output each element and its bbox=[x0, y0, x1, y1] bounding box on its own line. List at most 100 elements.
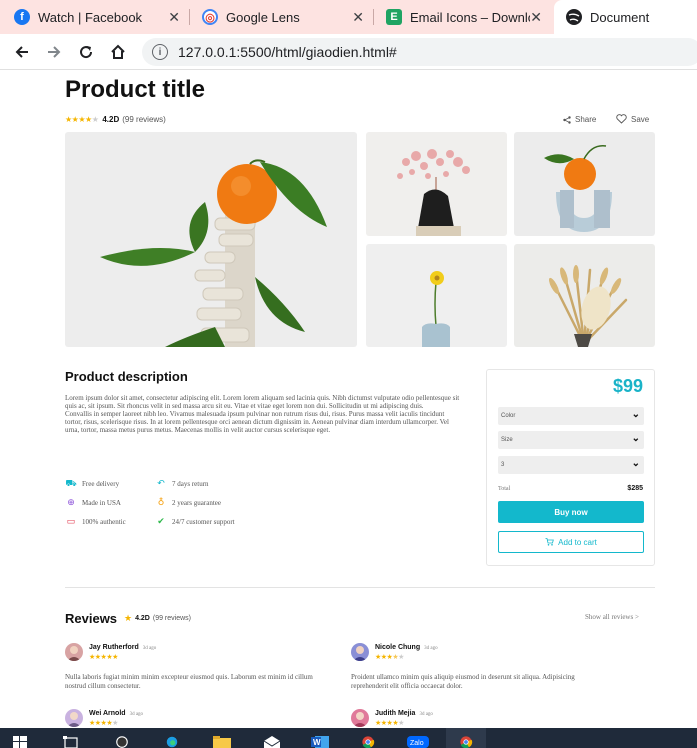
close-icon[interactable]: ✕ bbox=[352, 9, 364, 26]
reviewer-name-text: Judith Mejia bbox=[375, 710, 416, 717]
home-button[interactable] bbox=[106, 40, 130, 64]
avatar bbox=[351, 643, 369, 661]
tab-facebook[interactable]: f Watch | Facebook ✕ bbox=[14, 0, 190, 34]
show-all-reviews-link[interactable]: Show all reviews > bbox=[585, 613, 639, 621]
back-button[interactable] bbox=[10, 40, 34, 64]
address-bar[interactable]: i 127.0.0.1:5500/html/giaodien.html# bbox=[142, 38, 697, 66]
reviews-summary: ★ 4.2D (99 reviews) bbox=[124, 613, 191, 624]
reviewer-name-text: Nicole Chung bbox=[375, 644, 421, 651]
chevron-down-icon: ⌄ bbox=[631, 458, 640, 469]
word-icon[interactable]: W bbox=[300, 728, 340, 748]
browser-tab-bar: f Watch | Facebook ✕ ◎ Google Lens ✕ E E… bbox=[0, 0, 697, 34]
globe-icon: ⊕ bbox=[67, 497, 75, 507]
windows-taskbar: W Zalo bbox=[0, 728, 697, 748]
edge-icon[interactable] bbox=[152, 728, 192, 748]
obs-icon[interactable] bbox=[102, 728, 142, 748]
save-button[interactable]: Save bbox=[616, 114, 649, 124]
cart-icon bbox=[545, 538, 554, 546]
product-rating: ★★★★★ 4.2D (99 reviews) bbox=[65, 115, 166, 124]
zalo-icon[interactable]: Zalo bbox=[398, 728, 438, 748]
tab-label: Email Icons – Downloa bbox=[410, 9, 530, 25]
reviewer-name-text: Jay Rutherford bbox=[89, 644, 139, 651]
svg-text:W: W bbox=[313, 738, 321, 747]
site-info-icon[interactable]: i bbox=[152, 44, 168, 60]
back-arrow-icon bbox=[15, 46, 28, 58]
total-value: $285 bbox=[627, 485, 643, 492]
chrome-icon[interactable] bbox=[348, 728, 388, 748]
avatar bbox=[65, 709, 83, 727]
tab-google-lens[interactable]: ◎ Google Lens ✕ bbox=[192, 0, 374, 34]
product-title: Product title bbox=[65, 76, 206, 103]
dried-grass-bouquet-image[interactable] bbox=[514, 244, 655, 347]
google-lens-icon: ◎ bbox=[202, 9, 218, 25]
review-text: Nulla laboris fugiat minim minim excepte… bbox=[65, 673, 313, 690]
browser-toolbar: i 127.0.0.1:5500/html/giaodien.html# bbox=[0, 34, 697, 70]
description-paragraph-2: Convallis in semper laoreet nibh leo. Vi… bbox=[65, 410, 449, 435]
section-divider bbox=[65, 587, 655, 588]
orange-on-sculpture-image[interactable] bbox=[65, 132, 357, 347]
description-text: Lorem ipsum dolor sit amet, consectetur … bbox=[65, 394, 460, 434]
quantity-select[interactable]: 3 ⌄ bbox=[498, 456, 644, 474]
feature-label: Made in USA bbox=[82, 498, 121, 507]
email-icons-favicon: E bbox=[386, 9, 402, 25]
review-time: 3d ago bbox=[129, 712, 144, 717]
avatar bbox=[65, 643, 83, 661]
description-paragraph-1: Lorem ipsum dolor sit amet, consectetur … bbox=[65, 394, 460, 411]
review-stars: ★★★★★ bbox=[375, 720, 404, 727]
feature-label: 24/7 customer support bbox=[172, 517, 235, 526]
close-icon[interactable]: ✕ bbox=[530, 9, 542, 26]
reviewer-name: Judith Mejia 3d ago bbox=[375, 710, 433, 717]
review-time: 3d ago bbox=[424, 646, 438, 651]
globe-icon bbox=[566, 9, 582, 25]
total-label: Total bbox=[498, 486, 511, 492]
share-button[interactable]: Share bbox=[563, 115, 596, 124]
add-to-cart-label: Add to cart bbox=[558, 537, 597, 547]
close-icon[interactable]: ✕ bbox=[168, 9, 180, 26]
windows-start-icon[interactable] bbox=[0, 728, 40, 748]
url-text: 127.0.0.1:5500/html/giaodien.html# bbox=[178, 44, 397, 60]
heart-icon bbox=[616, 114, 627, 124]
quantity-value: 3 bbox=[501, 462, 505, 468]
star-icon: ★ bbox=[124, 613, 133, 623]
forward-arrow-icon bbox=[48, 46, 61, 58]
reviews-count[interactable]: (99 reviews) bbox=[122, 115, 166, 124]
review-stars: ★★★★★ bbox=[89, 720, 118, 727]
pink-dried-flowers-image[interactable] bbox=[366, 132, 507, 236]
tab-label: Watch | Facebook bbox=[38, 9, 143, 25]
home-icon bbox=[111, 44, 125, 59]
reload-icon bbox=[80, 46, 93, 59]
forward-button[interactable] bbox=[42, 40, 66, 64]
color-select-label: Color bbox=[501, 413, 516, 419]
check-icon: ✔ bbox=[157, 516, 165, 526]
yellow-flower-vase-image[interactable] bbox=[366, 244, 507, 347]
review-time: 3d ago bbox=[142, 646, 157, 651]
tab-document[interactable]: Document bbox=[554, 0, 697, 34]
buy-now-button[interactable]: Buy now bbox=[498, 501, 644, 523]
rating-stars: ★★★★★ bbox=[65, 115, 99, 124]
feature-made-in-usa: ⊕ Made in USA bbox=[65, 497, 121, 508]
tab-email-icons[interactable]: E Email Icons – Downloa ✕ bbox=[376, 0, 552, 34]
review-text: Proident ullamco minim quis aliquip eius… bbox=[351, 673, 575, 690]
mail-icon[interactable] bbox=[252, 728, 292, 748]
share-icon bbox=[563, 115, 571, 124]
color-select[interactable]: Color ⌄ bbox=[498, 407, 644, 425]
review-stars: ★★★★★ bbox=[89, 654, 118, 661]
chat-icon: ▭ bbox=[66, 516, 76, 526]
reload-button[interactable] bbox=[74, 40, 98, 64]
tab-separator bbox=[189, 9, 190, 25]
review-time: 3d ago bbox=[419, 712, 433, 717]
file-explorer-icon[interactable] bbox=[202, 728, 242, 748]
orange-on-blue-vase-image[interactable] bbox=[514, 132, 655, 236]
purchase-panel: $99 Color ⌄ Size ⌄ 3 ⌄ Total $285 Buy no… bbox=[486, 369, 655, 566]
reviewer-name: Jay Rutherford 3d ago bbox=[89, 644, 156, 651]
description-title: Product description bbox=[65, 369, 188, 384]
size-select[interactable]: Size ⌄ bbox=[498, 431, 644, 449]
add-to-cart-button[interactable]: Add to cart bbox=[498, 531, 644, 553]
feature-7-days-return: ↶ 7 days return bbox=[155, 478, 208, 489]
page-content: Product title ★★★★★ 4.2D (99 reviews) Sh… bbox=[0, 70, 697, 728]
chevron-down-icon: ⌄ bbox=[631, 409, 640, 420]
feature-label: 2 years guarantee bbox=[172, 498, 221, 507]
share-label: Share bbox=[575, 115, 597, 124]
task-view-icon[interactable] bbox=[52, 728, 92, 748]
chrome-active-icon[interactable] bbox=[446, 728, 486, 748]
